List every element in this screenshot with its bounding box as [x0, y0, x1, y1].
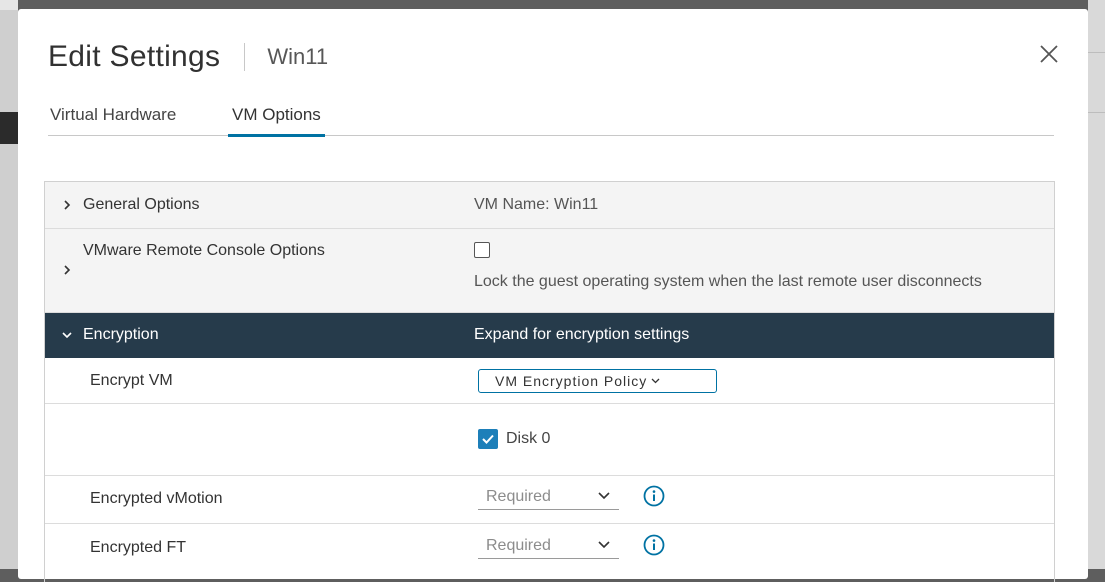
encrypted-vmotion-value: Required: [486, 488, 551, 505]
chevron-down-icon: [598, 492, 610, 500]
encrypted-ft-label: Encrypted FT: [90, 539, 187, 556]
lock-guest-os-description: Lock the guest operating system when the…: [474, 273, 982, 290]
encrypted-ft-select[interactable]: Required: [478, 533, 619, 559]
background-app-bar: [0, 0, 18, 10]
close-icon[interactable]: [1038, 43, 1060, 65]
remote-console-label: VMware Remote Console Options: [83, 242, 325, 259]
lock-guest-os-checkbox[interactable]: [474, 242, 490, 258]
info-icon[interactable]: [643, 485, 665, 507]
encrypted-vmotion-label: Encrypted vMotion: [90, 490, 223, 507]
row-disk: Disk 0: [45, 404, 1054, 476]
chevron-down-icon[interactable]: [61, 329, 73, 341]
vm-encryption-policy-label: VM Encryption Policy: [495, 373, 648, 389]
disk-0-checkbox[interactable]: [478, 429, 498, 449]
vm-name-value: VM Name: Win11: [474, 196, 599, 213]
options-stack-view: General Options VM Name: Win11 VMware Re…: [44, 181, 1055, 582]
encrypt-vm-label: Encrypt VM: [90, 372, 173, 389]
dialog-header: Edit Settings Win11: [48, 37, 328, 77]
row-general-options[interactable]: General Options VM Name: Win11: [45, 182, 1054, 229]
dialog-subtitle: Win11: [267, 44, 329, 69]
background-divider: [1088, 52, 1105, 53]
title-divider: [244, 43, 246, 71]
vm-encryption-policy-dropdown[interactable]: VM Encryption Policy: [478, 369, 717, 393]
row-remote-console-options[interactable]: VMware Remote Console Options Lock the g…: [45, 229, 1054, 313]
row-encrypted-vmotion: Encrypted vMotion Required: [45, 476, 1054, 524]
background-app-dark-block: [0, 112, 18, 144]
background-app-left: [0, 0, 18, 569]
general-options-label: General Options: [83, 196, 200, 213]
encryption-label: Encryption: [83, 326, 159, 343]
disk-0-label: Disk 0: [506, 430, 551, 447]
encryption-hint: Expand for encryption settings: [474, 326, 690, 343]
chevron-right-icon[interactable]: [61, 199, 73, 211]
background-app-right: [1088, 0, 1105, 569]
dialog-title: Edit Settings: [48, 40, 221, 73]
encrypted-vmotion-select[interactable]: Required: [478, 484, 619, 510]
chevron-right-icon[interactable]: [61, 264, 73, 276]
tab-bar: Virtual Hardware VM Options: [48, 101, 1054, 137]
row-encrypt-vm: Encrypt VM VM Encryption Policy: [45, 358, 1054, 404]
tab-virtual-hardware[interactable]: Virtual Hardware: [50, 105, 176, 135]
tab-vm-options[interactable]: VM Options: [228, 105, 325, 137]
info-icon[interactable]: [643, 534, 665, 556]
edit-settings-dialog: Edit Settings Win11 Virtual Hardware VM …: [18, 9, 1088, 582]
encrypted-ft-value: Required: [486, 537, 551, 554]
row-encrypted-ft: Encrypted FT Required: [45, 524, 1054, 574]
chevron-down-icon: [598, 541, 610, 549]
background-divider: [1088, 112, 1105, 113]
checkmark-icon: [482, 434, 494, 444]
chevron-down-icon: [651, 378, 660, 384]
row-encryption[interactable]: Encryption Expand for encryption setting…: [45, 313, 1054, 358]
